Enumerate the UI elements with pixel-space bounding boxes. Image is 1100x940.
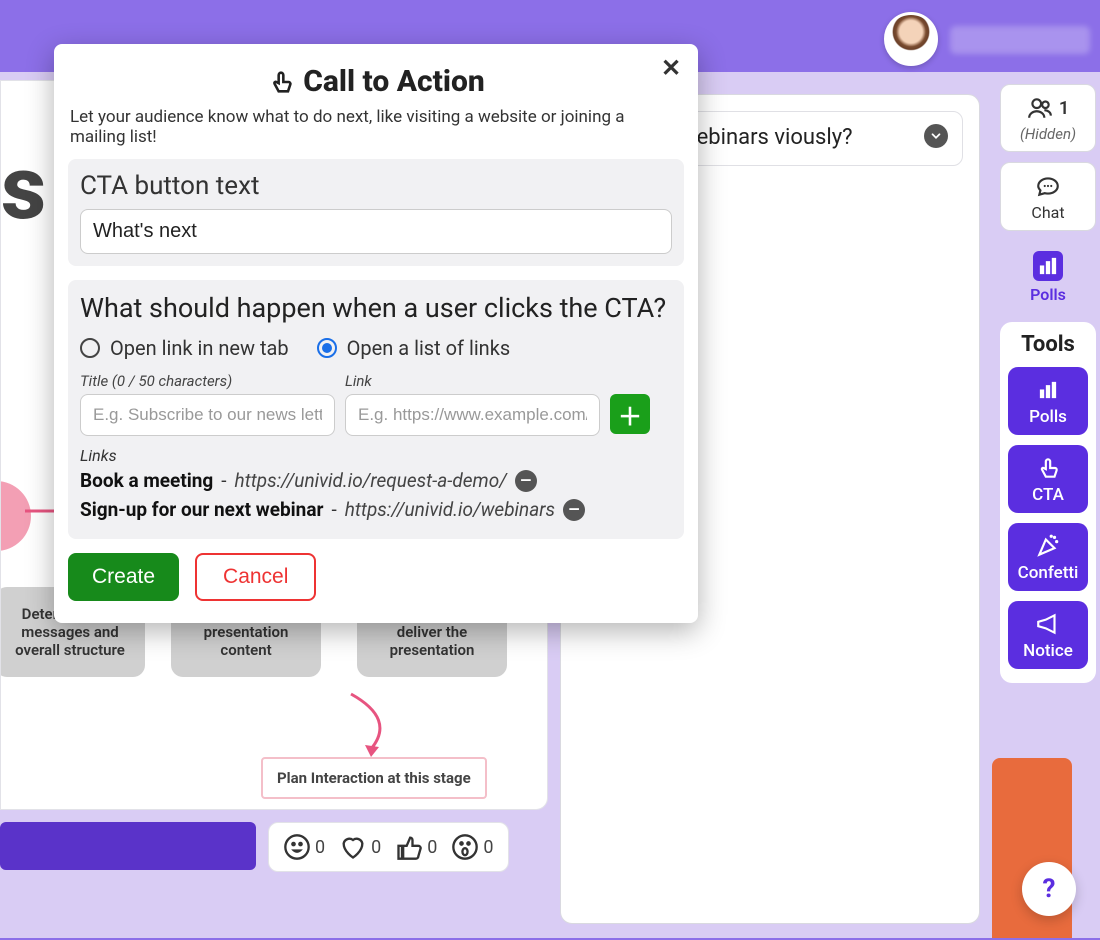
- link-item: Book a meeting - https://univid.io/reque…: [80, 469, 672, 492]
- link-title-label: Title (0 / 50 characters): [80, 372, 335, 390]
- tools-title: Tools: [1008, 332, 1088, 357]
- tool-cta[interactable]: CTA: [1008, 445, 1088, 513]
- viewers-count: 1: [1059, 98, 1069, 119]
- chat-icon: [1035, 173, 1061, 199]
- close-icon[interactable]: ✕: [656, 54, 686, 84]
- radio-open-newtab-label: Open link in new tab: [110, 336, 289, 360]
- cta-behavior-group: What should happen when a user clicks th…: [68, 280, 684, 539]
- link-item: Sign-up for our next webinar - https://u…: [80, 498, 672, 521]
- reaction-thumbs-count: 0: [427, 837, 437, 858]
- cta-text-label: CTA button text: [80, 171, 672, 201]
- radio-icon: [80, 338, 100, 358]
- modal-subtitle: Let your audience know what to do next, …: [68, 107, 684, 147]
- tool-cta-label: CTA: [1032, 485, 1064, 505]
- radio-open-newtab[interactable]: Open link in new tab: [80, 336, 289, 360]
- polls-icon: [1035, 377, 1061, 403]
- curved-arrow-icon: [341, 689, 401, 759]
- tool-notice[interactable]: Notice: [1008, 601, 1088, 669]
- tool-confetti[interactable]: Confetti: [1008, 523, 1088, 591]
- radio-icon: [317, 338, 337, 358]
- help-icon: ?: [1043, 874, 1056, 904]
- reactions-bar: 0 0 0 0: [268, 822, 509, 872]
- polls-tab[interactable]: Polls: [1000, 241, 1096, 312]
- viewers-tile[interactable]: 1 (Hidden): [1000, 84, 1096, 152]
- right-sidebar: 1 (Hidden) Chat Polls Tools Polls CTA Co…: [1000, 84, 1096, 683]
- link-url-input[interactable]: [345, 394, 600, 436]
- remove-link-button[interactable]: —: [563, 499, 585, 521]
- tool-confetti-label: Confetti: [1018, 563, 1079, 583]
- reaction-heart[interactable]: 0: [339, 833, 381, 861]
- links-list-label: Links: [80, 446, 672, 465]
- flow-node: [0, 481, 31, 551]
- link-url-label: Link: [345, 372, 600, 390]
- radio-open-list-label: Open a list of links: [347, 336, 511, 360]
- people-icon: [1027, 95, 1053, 121]
- reaction-thumbs[interactable]: 0: [395, 833, 437, 861]
- modal-title: Call to Action: [68, 64, 684, 99]
- tool-polls-label: Polls: [1029, 407, 1067, 427]
- tools-card: Tools Polls CTA Confetti Notice: [1000, 322, 1096, 683]
- chevron-down-icon[interactable]: [924, 124, 948, 148]
- reaction-laugh[interactable]: 0: [283, 833, 325, 861]
- link-item-url: https://univid.io/request-a-demo/: [235, 469, 507, 492]
- polls-icon: [1035, 253, 1061, 279]
- polls-tab-label: Polls: [1030, 285, 1066, 304]
- cta-text-input[interactable]: [80, 209, 672, 254]
- cta-text-group: CTA button text: [68, 159, 684, 266]
- viewers-hidden-label: (Hidden): [1020, 125, 1076, 143]
- add-link-button[interactable]: ＋: [610, 394, 650, 434]
- pointer-icon: [267, 68, 295, 96]
- pointer-icon: [1035, 455, 1061, 481]
- help-button[interactable]: ?: [1022, 862, 1076, 916]
- tool-polls[interactable]: Polls: [1008, 367, 1088, 435]
- megaphone-icon: [1035, 611, 1061, 637]
- remove-link-button[interactable]: —: [515, 470, 537, 492]
- create-button[interactable]: Create: [68, 553, 179, 601]
- reaction-laugh-count: 0: [315, 837, 325, 858]
- link-title-input[interactable]: [80, 394, 335, 436]
- reaction-wow-count: 0: [483, 837, 493, 858]
- link-item-url: https://univid.io/webinars: [345, 498, 555, 521]
- chat-tile[interactable]: Chat: [1000, 162, 1096, 231]
- plan-interaction-box: Plan Interaction at this stage: [261, 757, 487, 799]
- cancel-button[interactable]: Cancel: [195, 553, 316, 601]
- user-name-blur: [950, 26, 1090, 54]
- behavior-question: What should happen when a user clicks th…: [80, 292, 672, 324]
- cta-modal: ✕ Call to Action Let your audience know …: [54, 44, 698, 623]
- confetti-icon: [1035, 533, 1061, 559]
- reaction-wow[interactable]: 0: [451, 833, 493, 861]
- link-item-title: Sign-up for our next webinar: [80, 498, 323, 521]
- radio-open-list[interactable]: Open a list of links: [317, 336, 511, 360]
- bottom-action-bar[interactable]: [0, 822, 256, 870]
- avatar[interactable]: [884, 12, 938, 66]
- reaction-heart-count: 0: [371, 837, 381, 858]
- chat-label: Chat: [1031, 203, 1064, 222]
- link-item-title: Book a meeting: [80, 469, 213, 492]
- tool-notice-label: Notice: [1023, 641, 1073, 661]
